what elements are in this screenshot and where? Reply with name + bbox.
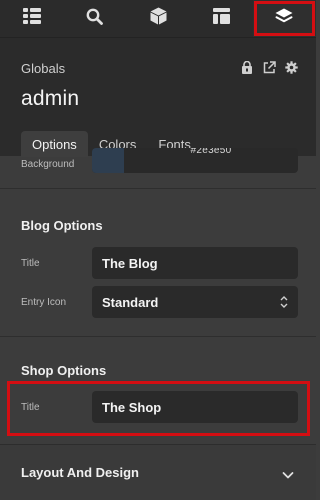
layout-and-design-accordion[interactable]: Layout And Design [0, 444, 316, 500]
options-panel: #2e3e50 Background Blog Options Title Th… [0, 148, 316, 500]
layers-tab-button[interactable] [252, 0, 316, 37]
page-title: admin [21, 87, 80, 110]
elements-tab-button[interactable] [126, 0, 189, 37]
cube-icon [150, 7, 167, 30]
entry-icon-value: Standard [102, 294, 159, 310]
layers-icon [275, 8, 293, 30]
export-icon[interactable] [262, 60, 276, 74]
background-label: Background [21, 159, 75, 170]
top-toolbar [0, 0, 316, 38]
breadcrumb[interactable]: Globals [21, 61, 65, 76]
blog-options-heading: Blog Options [21, 218, 103, 233]
shop-options-heading: Shop Options [21, 363, 107, 378]
background-color-field[interactable]: #2e3e50 [92, 148, 298, 173]
lock-icon[interactable] [240, 60, 254, 74]
outline-tab-button[interactable] [0, 0, 63, 37]
entry-icon-select[interactable]: Standard [92, 286, 298, 318]
layout-icon [212, 8, 230, 29]
inspector-header: Globals admin Options Colors Fonts [0, 38, 316, 157]
gear-icon[interactable] [284, 60, 298, 74]
section-divider [0, 336, 316, 337]
section-divider [0, 188, 316, 189]
blog-title-input[interactable]: The Blog [92, 247, 298, 279]
shop-title-label: Title [21, 402, 40, 413]
list-icon [22, 8, 41, 29]
search-icon [86, 8, 104, 30]
entry-icon-label: Entry Icon [21, 297, 67, 308]
background-color-value: #2e3e50 [190, 148, 232, 156]
layout-tab-button[interactable] [190, 0, 253, 37]
header-actions [240, 60, 298, 74]
tab-options[interactable]: Options [21, 131, 88, 157]
app-root: Globals admin Options Colors Fonts #2e3e… [0, 0, 316, 500]
accordion-label: Layout And Design [21, 465, 139, 480]
shop-title-input[interactable]: The Shop [92, 391, 298, 423]
blog-title-label: Title [21, 258, 40, 269]
background-color-swatch[interactable] [92, 148, 124, 173]
chevron-down-icon [282, 467, 294, 479]
select-arrows-icon [279, 295, 289, 309]
search-tab-button[interactable] [63, 0, 126, 37]
